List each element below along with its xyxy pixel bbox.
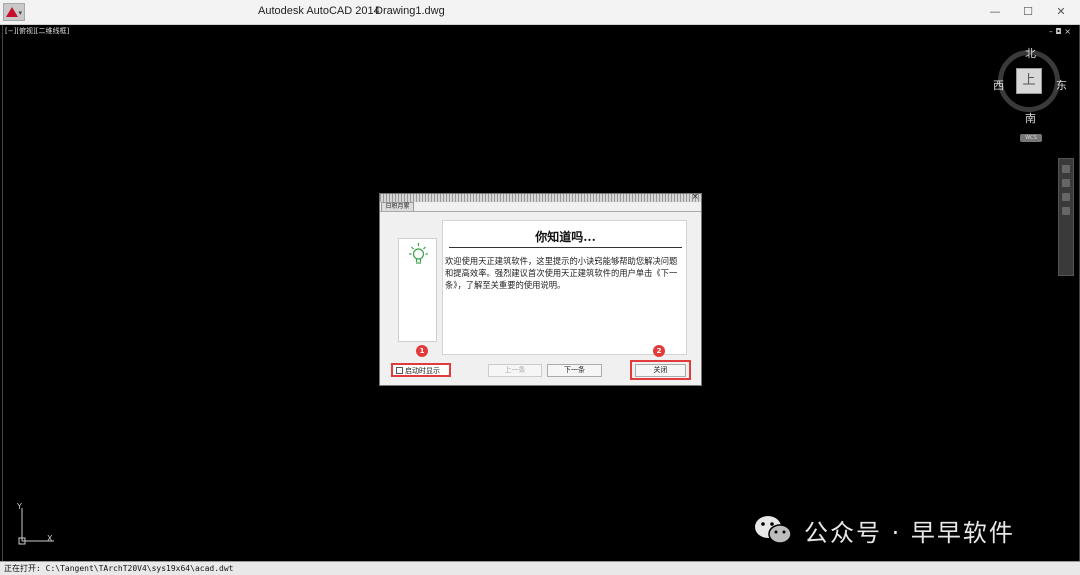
ucs-x-label: X: [47, 534, 53, 543]
icon-panel: [398, 238, 437, 342]
wcs-menu[interactable]: WCS: [1020, 134, 1042, 142]
showmotion-icon[interactable]: [1062, 207, 1070, 215]
compass-east[interactable]: 东: [1056, 77, 1067, 93]
compass-west[interactable]: 西: [993, 77, 1004, 93]
dropdown-arrow-icon: ▾: [18, 9, 22, 17]
next-tip-button[interactable]: 下一条: [547, 364, 602, 377]
tab-divider: [380, 211, 701, 212]
dialog-close-icon[interactable]: ×: [691, 192, 699, 202]
document-title: Drawing1.dwg: [375, 5, 445, 17]
close-window-button[interactable]: ✕: [1046, 2, 1076, 22]
annotation-badge-2: 2: [653, 345, 665, 357]
wechat-icon: [755, 516, 792, 544]
viewcube-top-face[interactable]: 上: [1016, 68, 1042, 94]
tip-text-panel: 你知道吗... 欢迎使用天正建筑软件，这里提示的小诀窍能够帮助您解决问题和提高效…: [442, 220, 687, 355]
application-menu-button[interactable]: ▾: [3, 3, 25, 21]
zoom-icon[interactable]: [1062, 179, 1070, 187]
show-on-startup-checkbox[interactable]: [396, 367, 403, 374]
viewport-controls-label[interactable]: [−][俯视][二维线框]: [5, 26, 69, 36]
annotation-badge-1: 1: [416, 345, 428, 357]
show-on-startup-option[interactable]: 启动时显示: [391, 363, 451, 377]
watermark-text: 公众号 · 早早软件: [804, 518, 1015, 547]
viewport-window-controls[interactable]: – ◘ ×: [1049, 27, 1071, 36]
navigation-bar[interactable]: [1058, 158, 1074, 276]
maximize-button[interactable]: ☐: [1013, 2, 1043, 22]
show-on-startup-label: 启动时显示: [405, 367, 440, 375]
app-title: Autodesk AutoCAD 2014: [258, 5, 380, 17]
autocad-logo-icon: [6, 7, 18, 17]
compass-south[interactable]: 南: [1025, 110, 1036, 126]
tip-heading: 你知道吗...: [449, 226, 682, 248]
lightbulb-icon: [409, 243, 428, 264]
close-dialog-button[interactable]: 关闭: [635, 364, 686, 377]
status-bar: 正在打开: C:\Tangent\TArchT20V4\sys19x64\aca…: [0, 561, 1080, 575]
dialog-grip[interactable]: [380, 194, 701, 202]
viewcube[interactable]: 上 北 南 东 西 WCS: [992, 44, 1072, 144]
minimize-button[interactable]: —: [980, 2, 1010, 22]
tip-body: 欢迎使用天正建筑软件，这里提示的小诀窍能够帮助您解决问题和提高效率。强烈建议首次…: [445, 256, 678, 290]
compass-north[interactable]: 北: [1025, 45, 1036, 61]
ucs-y-label: Y: [16, 503, 22, 511]
close-button-highlight: 关闭: [630, 360, 691, 380]
status-text: 正在打开: C:\Tangent\TArchT20V4\sys19x64\aca…: [4, 564, 234, 573]
orbit-icon[interactable]: [1062, 193, 1070, 201]
title-bar: ▾ Autodesk AutoCAD 2014 Drawing1.dwg — ☐…: [0, 0, 1080, 25]
pan-icon[interactable]: [1062, 165, 1070, 173]
ucs-icon: Y X: [16, 503, 54, 545]
previous-tip-button[interactable]: 上一条: [488, 364, 542, 377]
watermark: 公众号 · 早早软件: [752, 514, 1015, 547]
tip-of-the-day-dialog: × 日积月累 你知道吗... 欢迎使用天正建筑软件，这里提示的小诀窍能够帮助您解…: [379, 192, 702, 386]
